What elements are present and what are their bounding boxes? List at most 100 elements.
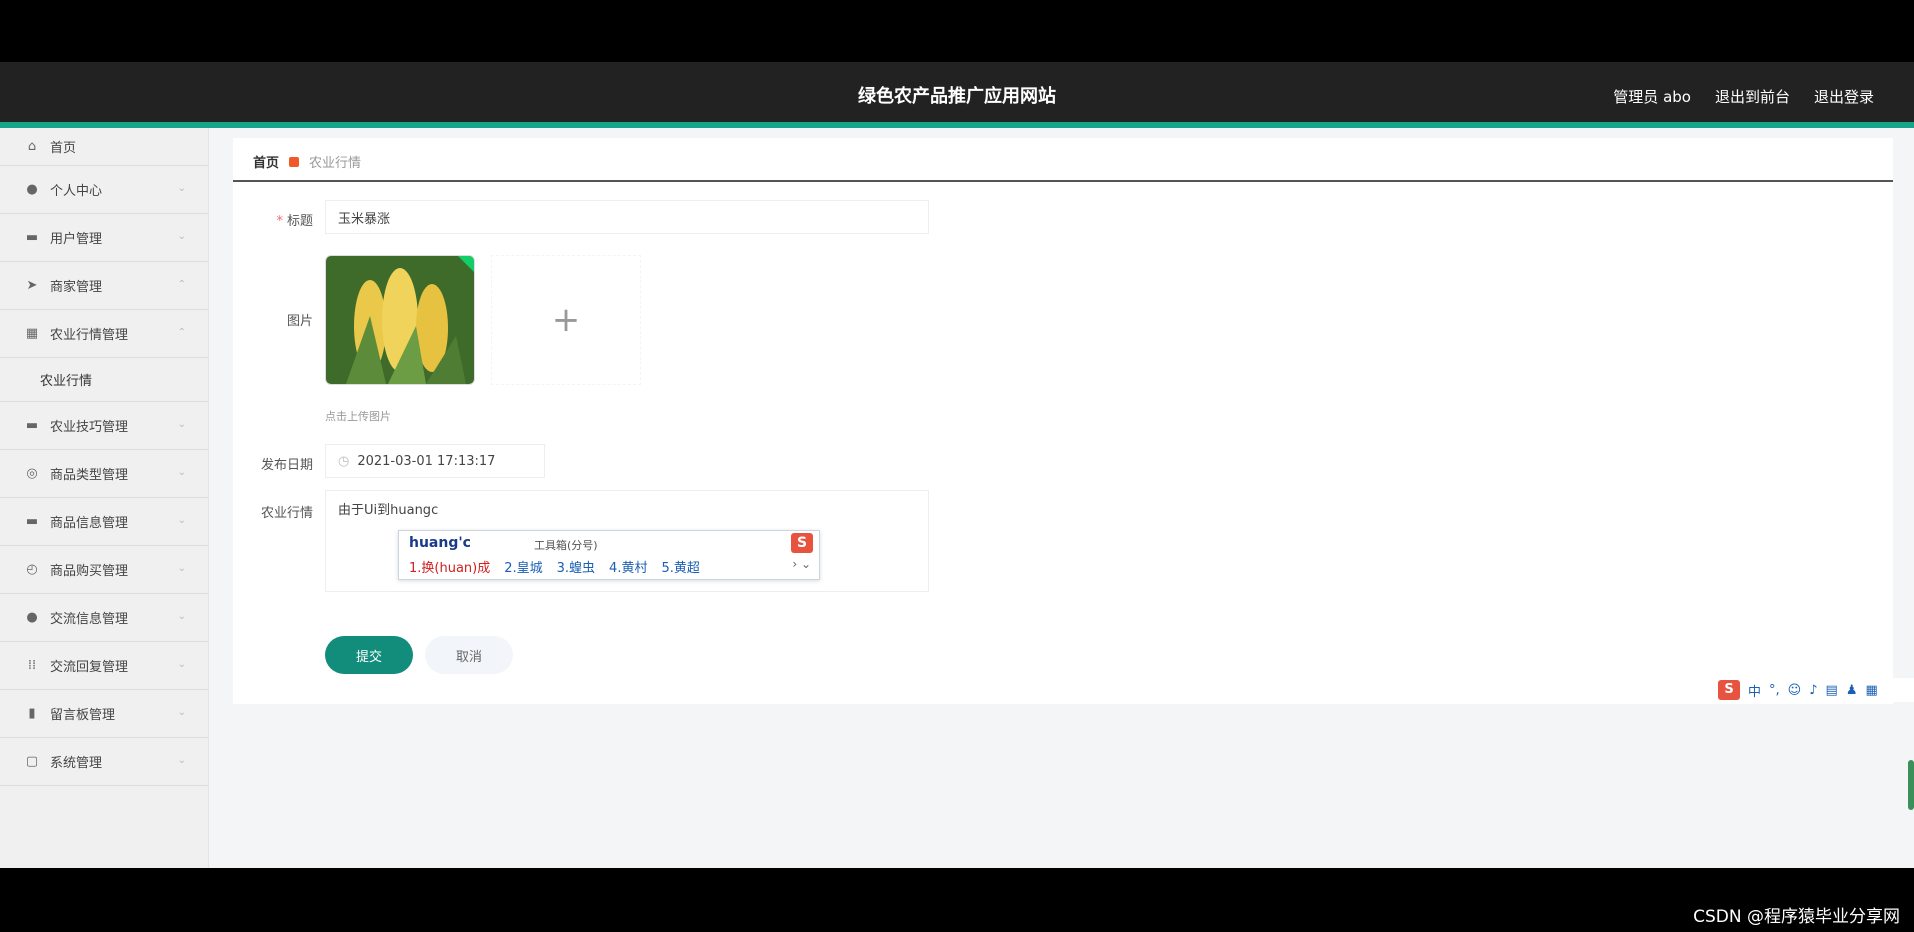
chevron-down-icon: ⌄ [177,467,186,478]
image-label: 图片 [286,314,313,329]
keyboard-icon[interactable]: ▤ [1826,683,1838,698]
content-label: 农业行情 [260,506,313,521]
plus-icon: + [551,300,581,340]
scrollbar-thumb[interactable] [1908,760,1914,810]
date-picker[interactable]: ◷ 2021-03-01 17:13:17 [325,444,545,478]
sidebar-item-label: 个人中心 [50,184,103,199]
sidebar-item-tips[interactable]: ▬ 农业技巧管理 ⌄ [0,402,208,450]
ime-candidate[interactable]: 4.黄村 [609,557,647,576]
ime-input-text: huang'c [409,535,471,551]
system-icon: ▢ [25,754,39,769]
person-icon: ● [26,610,38,625]
sidebar-item-market-management[interactable]: ▦ 农业行情管理 ⌃ [0,310,208,358]
sidebar-item-label: 商品信息管理 [50,516,129,531]
box-icon: ▬ [25,514,39,529]
upload-add-button[interactable]: + [491,255,641,385]
ime-candidate[interactable]: 5.黄超 [661,557,699,576]
ime-candidate[interactable]: 3.蝗虫 [557,557,595,576]
sidebar-item-merchants[interactable]: ➤ 商家管理 ⌃ [0,262,208,310]
chevron-down-icon: ⌄ [177,515,186,526]
sidebar-item-purchases[interactable]: ◴ 商品购买管理 ⌄ [0,546,208,594]
microphone-icon[interactable]: ♪ [1809,683,1817,698]
corn-image [326,256,474,384]
ime-candidate[interactable]: 1.换(huan)成 [409,557,490,576]
title-label: * 标题 [276,214,313,229]
grid-icon: ▦ [25,326,39,341]
submit-button[interactable]: 提交 [325,636,413,674]
sidebar-item-label: 留言板管理 [50,708,116,723]
sidebar-item-exchange[interactable]: ● 交流信息管理 ⌄ [0,594,208,642]
sidebar: ⌂ 首页 ● 个人中心 ⌄ ▬ 用户管理 ⌄ ➤ 商家管理 ⌃ ▦ 农业行情管理… [0,128,209,868]
chevron-up-icon: ⌃ [177,327,186,338]
chevron-down-icon: ⌄ [177,563,186,574]
breadcrumb-home[interactable]: 首页 [253,152,279,171]
send-icon: ➤ [26,278,38,293]
date-value: 2021-03-01 17:13:17 [357,453,496,469]
chat-icon: ▬ [25,418,39,433]
admin-user-label[interactable]: 管理员 abo [1613,86,1691,107]
date-label: 发布日期 [260,458,313,473]
sidebar-item-label: 商品类型管理 [50,468,129,483]
top-links: 管理员 abo 退出到前台 退出登录 [1613,86,1874,107]
ime-toolbox-hint[interactable]: 工具箱(分号) [534,537,598,553]
uploaded-image-thumbnail[interactable] [325,255,475,385]
chevron-down-icon: ⌄ [177,611,186,622]
users-icon: ▬ [25,230,39,245]
sidebar-item-home[interactable]: ⌂ 首页 [0,128,208,166]
chevron-down-icon: ⌄ [177,183,186,194]
sidebar-item-guestbook[interactable]: ▮ 留言板管理 ⌄ [0,690,208,738]
csdn-watermark: CSDN @程序猿毕业分享网 [1693,907,1900,927]
ime-candidate-popup[interactable]: huang'c 工具箱(分号) S 1.换(huan)成 2.皇城 3.蝗虫 4… [398,530,820,580]
ime-status-bar[interactable]: S 中 °, ☺ ♪ ▤ ♟ ▦ [1714,678,1914,702]
sidebar-item-replies[interactable]: ⁞⁞ 交流回复管理 ⌄ [0,642,208,690]
chevron-down-icon: ⌄ [177,707,186,718]
tag-icon: ◎ [26,466,38,481]
breadcrumb-separator-icon [289,156,300,167]
ime-candidate[interactable]: 2.皇城 [504,557,542,576]
chevron-down-icon: ⌄ [177,659,186,670]
chevron-up-icon: ⌃ [177,279,186,290]
dots-icon: ⁞⁞ [27,658,37,673]
sidebar-item-label: 商家管理 [50,280,103,295]
top-navbar: 绿色农产品推广应用网站 管理员 abo 退出到前台 退出登录 [0,62,1914,128]
sidebar-item-label: 农业技巧管理 [50,420,129,435]
sidebar-item-label: 交流回复管理 [50,660,129,675]
ime-next-page-icon[interactable]: › ⌄ [792,557,811,571]
logout-link[interactable]: 退出登录 [1814,86,1874,107]
sidebar-subitem-market[interactable]: 农业行情 [0,358,208,402]
sidebar-item-label: 农业行情管理 [50,328,129,343]
sidebar-item-product-types[interactable]: ◎ 商品类型管理 ⌄ [0,450,208,498]
sidebar-item-label: 首页 [50,141,77,156]
ime-candidates: 1.换(huan)成 2.皇城 3.蝗虫 4.黄村 5.黄超 [409,557,700,576]
chevron-down-icon: ⌄ [177,231,186,242]
upload-hint: 点击上传图片 [325,410,391,423]
home-icon: ⌂ [27,139,37,154]
sidebar-item-label: 系统管理 [50,756,103,771]
sidebar-item-system[interactable]: ▢ 系统管理 ⌄ [0,738,208,786]
cart-icon: ◴ [26,562,38,577]
punctuation-icon[interactable]: °, [1769,683,1780,698]
sidebar-item-label: 用户管理 [50,232,103,247]
ime-mode-label[interactable]: 中 [1748,681,1761,700]
sogou-status-icon: S [1718,680,1740,700]
title-input[interactable]: 玉米暴涨 [325,200,929,234]
cancel-button[interactable]: 取消 [425,636,513,674]
chevron-down-icon: ⌄ [177,755,186,766]
sidebar-item-products[interactable]: ▬ 商品信息管理 ⌄ [0,498,208,546]
clock-icon: ◷ [338,453,350,469]
app-window: 绿色农产品推广应用网站 管理员 abo 退出到前台 退出登录 ⌂ 首页 ● 个人… [0,62,1914,868]
main-content: 首页 农业行情 * 标题 玉米暴涨 图片 + 点击上传图片 发布日期 ◷ 202… [233,138,1893,704]
skin-icon[interactable]: ♟ [1846,683,1858,698]
sidebar-item-users[interactable]: ▬ 用户管理 ⌄ [0,214,208,262]
exit-to-front-link[interactable]: 退出到前台 [1715,86,1790,107]
sidebar-item-label: 交流信息管理 [50,612,129,627]
breadcrumb-divider [233,180,1893,182]
breadcrumb: 首页 农业行情 [253,152,361,171]
sogou-logo-icon: S [791,533,813,553]
emoji-icon[interactable]: ☺ [1788,683,1802,698]
user-icon: ● [26,182,38,197]
grid-menu-icon[interactable]: ▦ [1865,683,1877,698]
breadcrumb-current: 农业行情 [309,156,362,171]
chart-icon: ▮ [28,706,36,721]
sidebar-item-profile[interactable]: ● 个人中心 ⌄ [0,166,208,214]
